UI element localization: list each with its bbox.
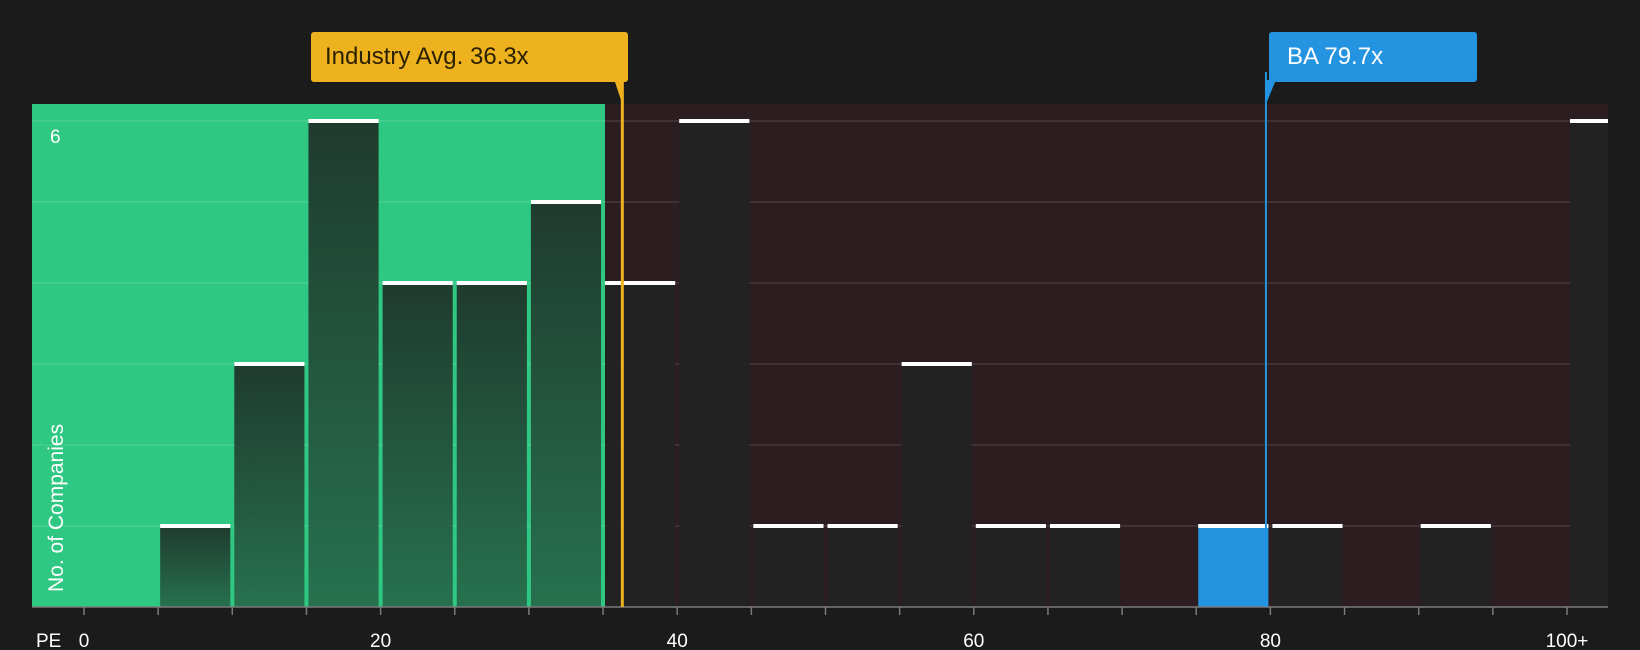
histogram-bar bbox=[827, 526, 898, 607]
histogram-bar bbox=[234, 364, 305, 607]
histogram-bar bbox=[1198, 526, 1269, 607]
bar-top-cap bbox=[456, 281, 527, 285]
histogram-bar bbox=[308, 121, 379, 607]
industry-average-callout: Industry Avg. 36.3x bbox=[311, 32, 628, 82]
company-pe-callout: BA 79.7x bbox=[1269, 32, 1477, 82]
histogram-bar bbox=[679, 121, 750, 607]
bar-top-cap bbox=[1198, 524, 1269, 528]
bar-top-cap bbox=[1420, 524, 1491, 528]
bar-top-cap bbox=[382, 281, 453, 285]
bar-top-cap bbox=[530, 200, 602, 204]
bar-top-cap bbox=[308, 119, 379, 123]
y-axis-title: No. of Companies bbox=[45, 424, 68, 592]
histogram-bar bbox=[382, 283, 453, 607]
x-tick-label: 100+ bbox=[1546, 631, 1589, 650]
x-tick-label: 80 bbox=[1260, 631, 1281, 650]
histogram-bar bbox=[901, 364, 972, 607]
histogram-bar bbox=[530, 202, 602, 607]
bar-top-cap bbox=[1570, 119, 1608, 123]
x-tick-label: 0 bbox=[79, 631, 90, 650]
bar-top-cap bbox=[901, 362, 972, 366]
histogram-bar bbox=[1570, 121, 1608, 607]
histogram-bar bbox=[753, 526, 824, 607]
y-tick-label: 6 bbox=[50, 127, 61, 148]
x-tick-label: 20 bbox=[370, 631, 391, 650]
bar-top-cap bbox=[1272, 524, 1343, 528]
bar-top-cap bbox=[827, 524, 898, 528]
histogram-bar bbox=[160, 526, 231, 607]
histogram-bar bbox=[456, 283, 527, 607]
histogram-bar bbox=[1049, 526, 1121, 607]
x-tick-label: 40 bbox=[667, 631, 688, 650]
histogram-bar bbox=[1420, 526, 1491, 607]
x-tick-label: 60 bbox=[963, 631, 984, 650]
bar-top-cap bbox=[753, 524, 824, 528]
bar-top-cap bbox=[605, 281, 676, 285]
histogram-bar bbox=[605, 283, 676, 607]
histogram-bar bbox=[975, 526, 1046, 607]
bar-top-cap bbox=[234, 362, 305, 366]
bar-top-cap bbox=[160, 524, 231, 528]
bar-top-cap bbox=[975, 524, 1046, 528]
histogram-bar bbox=[1272, 526, 1343, 607]
bar-top-cap bbox=[1049, 524, 1121, 528]
pe-histogram-chart: 0 20 40 60 80 100+ PE 6 No. of Companies bbox=[32, 72, 1608, 650]
company-pe-pointer bbox=[1265, 80, 1276, 104]
x-axis-title: PE bbox=[36, 631, 61, 650]
bar-top-cap bbox=[679, 119, 750, 123]
